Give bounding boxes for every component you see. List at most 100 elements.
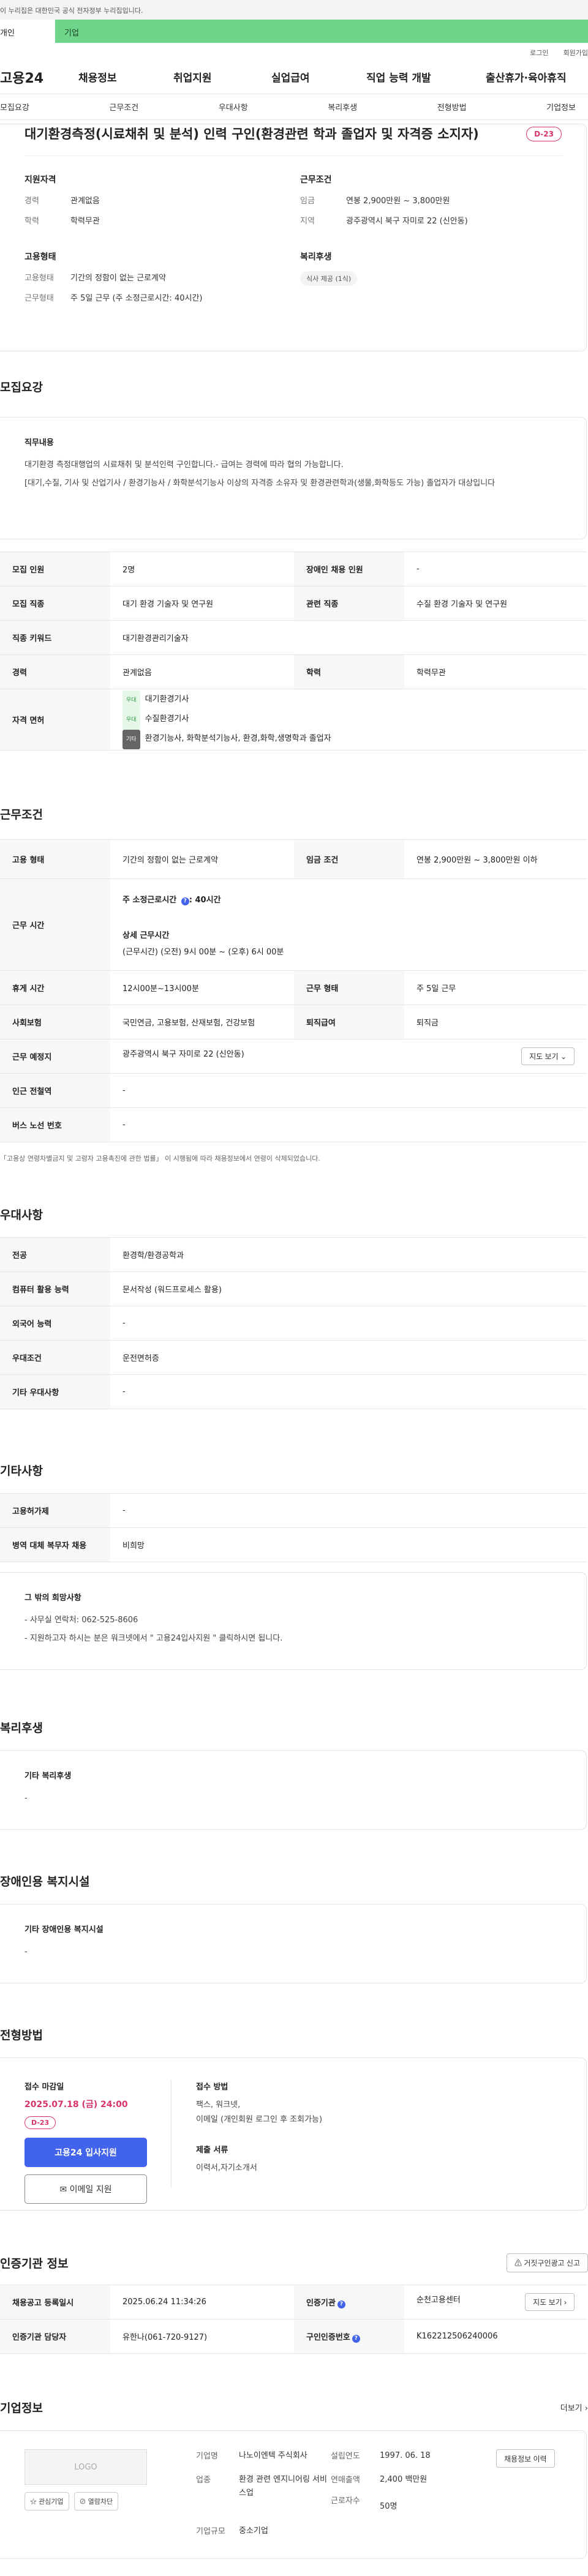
staff-key: 근로자수	[331, 2496, 360, 2506]
table-row: 직종 키워드 대기환경관리기술자	[0, 620, 587, 655]
duty-text-2: [대기,수질, 기사 및 산업기사 / 환경기능사 / 화학분석기능사 이상의 …	[24, 479, 496, 488]
company-header: 기업정보 더보기 ›	[0, 2399, 588, 2416]
anchor-apply[interactable]: 전형방법	[437, 101, 467, 113]
preference-table: 전공 환경학/환경공학과 컴퓨터 활용 능력 문서작성 (워드프로세스 활용) …	[0, 1237, 587, 1409]
visa-key: 고용허가제	[0, 1493, 110, 1528]
career-value: 관계없음	[70, 197, 100, 206]
method-label: 접수 방법	[196, 2083, 228, 2092]
map-button[interactable]: 지도 보기 ›	[525, 2293, 575, 2311]
mail-icon: ✉	[59, 2185, 67, 2195]
map-button[interactable]: 지도 보기 ⌄	[521, 1047, 575, 1065]
break-value: 12시00분~13시00분	[110, 970, 294, 1005]
favorite-company-button[interactable]: ☆ 관심기업	[24, 2492, 69, 2510]
facility-section-title: 장애인용 복지시설	[0, 1875, 90, 1889]
size-value: 중소기업	[239, 2526, 268, 2536]
site-logo[interactable]: 고용24	[0, 67, 78, 87]
tab-personal[interactable]: 개인	[0, 20, 55, 43]
table-row: 채용공고 등록일시 2025.06.24 11:34:26 인증기관? 순천고용…	[0, 2285, 587, 2320]
email-apply-label: 이메일 지원	[69, 2185, 112, 2195]
help-icon[interactable]: ?	[337, 2300, 345, 2308]
size-key: 기업규모	[196, 2526, 225, 2536]
help-icon[interactable]: ?	[352, 2334, 360, 2343]
major-key: 전공	[0, 1237, 110, 1272]
org-text: 순천고용센터	[417, 2296, 461, 2305]
prescribed-hours-value: : 40시간	[189, 895, 221, 905]
hours-value: 주 소정근로시간 ?: 40시간 상세 근무시간 (근무시간) (오전) 9시 …	[110, 878, 587, 971]
anchor-recruit[interactable]: 모집요강	[0, 101, 29, 113]
help-icon[interactable]: ?	[181, 897, 189, 905]
career-key: 경력	[24, 197, 39, 206]
anchor-welfare[interactable]: 복리후생	[328, 101, 357, 113]
map-button-label: 지도 보기	[533, 2298, 562, 2307]
divider	[24, 155, 562, 156]
military-value: 비희망	[110, 1527, 587, 1562]
keyword-key: 직종 키워드	[0, 620, 110, 655]
edu-key: 학력	[294, 654, 404, 689]
nav-item-parental-leave[interactable]: 출산휴가·육아휴직	[486, 69, 567, 84]
nav-item-unemployment[interactable]: 실업급여	[271, 69, 366, 84]
welfare-section-title: 복리후생	[0, 1721, 43, 1735]
manager-value: 유한나(061-720-9127)	[110, 2319, 294, 2354]
disabled-value: -	[404, 552, 587, 586]
insurance-key: 사회보험	[0, 1005, 110, 1039]
license-tag: 우대	[123, 710, 140, 730]
login-link[interactable]: 로그인	[530, 48, 548, 60]
sales-value: 2,400 백만원	[380, 2475, 428, 2485]
nav-item-jobs[interactable]: 채용정보	[78, 69, 173, 84]
other-table: 고용허가제 - 병역 대체 복무자 채용 비희망	[0, 1493, 587, 1562]
edu-key: 학력	[24, 217, 39, 226]
founded-key: 설립연도	[331, 2452, 360, 2461]
license-tag: 우대	[123, 690, 140, 710]
block-icon: ⊘	[79, 2498, 86, 2506]
deadline-label: 접수 마감일	[24, 2083, 64, 2092]
util-links: 로그인 회원가입	[0, 43, 588, 60]
emp-value: 기간의 정함이 없는 근로계약	[110, 839, 294, 879]
emp-value: 기간의 정함이 없는 근로계약	[70, 274, 166, 283]
more-link[interactable]: 더보기 ›	[560, 2402, 588, 2413]
place-value: 광주광역시 북구 자미로 22 (신안동) 지도 보기 ⌄	[110, 1039, 587, 1074]
history-button[interactable]: 채용정보 이력	[496, 2449, 555, 2468]
computer-value: 문서작성 (워드프로세스 활용)	[110, 1271, 587, 1306]
anchor-tabs: 모집요강 근무조건 우대사항 복리후생 전형방법 기업정보	[0, 94, 588, 120]
anchor-conditions[interactable]: 근무조건	[109, 101, 138, 113]
bus-key: 버스 노선 번호	[0, 1107, 110, 1142]
table-row: 기타 우대사항 -	[0, 1374, 587, 1409]
nav-item-employment-support[interactable]: 취업지원	[173, 69, 271, 84]
company-box: LOGO ☆ 관심기업 ⊘ 열람차단 기업명 나노이엔텍 주식회사 설립연도 1…	[0, 2430, 587, 2559]
conditions-table: 고용 형태 기간의 정함이 없는 근로계약 임금 조건 연봉 2,900만원 ~…	[0, 839, 587, 1142]
table-row: 병역 대체 복무자 채용 비희망	[0, 1527, 587, 1562]
block-company-button[interactable]: ⊘ 열람차단	[74, 2492, 119, 2510]
apply-section-title: 전형방법	[0, 2029, 43, 2042]
subway-key: 인근 전철역	[0, 1073, 110, 1108]
more-label: 더보기	[560, 2404, 582, 2413]
table-row: 모집 직종 대기 환경 기술자 및 연구원 관련 직종 수질 환경 기술자 및 …	[0, 586, 587, 621]
signup-link[interactable]: 회원가입	[564, 48, 588, 60]
military-key: 병역 대체 복무자 채용	[0, 1527, 110, 1562]
table-row: 사회보험 국민연금, 고용보험, 산재보험, 건강보험 퇴직급여 퇴직금	[0, 1005, 587, 1039]
sales-staff-values: 2,400 백만원 50명	[380, 2473, 472, 2515]
top-tabs: 개인 기업	[0, 20, 588, 43]
method-value: 팩스, 워크넷, 이메일 (개인회원 로그인 후 조회가능)	[196, 2098, 322, 2127]
org-value: 순천고용센터 지도 보기 ›	[404, 2285, 587, 2320]
retire-value: 퇴직금	[404, 1005, 587, 1039]
anchor-preference[interactable]: 우대사항	[219, 101, 248, 113]
qualification-block: 지원자격 경력 관계없음 학력 학력무관	[24, 173, 300, 234]
apply-button[interactable]: 고용24 입사지원	[24, 2138, 147, 2167]
place-key: 근무 예정지	[0, 1039, 110, 1074]
email-apply-button[interactable]: ✉ 이메일 지원	[24, 2174, 147, 2204]
method-line: 팩스, 워크넷,	[196, 2100, 241, 2110]
anchor-company[interactable]: 기업정보	[546, 101, 576, 113]
tab-company[interactable]: 기업	[55, 20, 588, 43]
sales-key: 연매출액	[331, 2476, 360, 2485]
license-item: 대기환경기사	[145, 694, 189, 704]
num-key: 구인인증번호?	[294, 2319, 404, 2354]
nav-item-training[interactable]: 직업 능력 개발	[366, 69, 486, 84]
report-button[interactable]: ⚠ 거짓구인광고 신고	[506, 2253, 588, 2272]
num-key-label: 구인인증번호	[306, 2332, 350, 2342]
gov-banner: 이 누리집은 대한민국 공식 전자정부 누리집입니다.	[0, 0, 588, 20]
welfare-chip: 식사 제공 (1식)	[300, 271, 358, 286]
employment-block: 고용형태 고용형태 기간의 정함이 없는 근로계약 근무형태 주 5일 근무 (주 …	[24, 250, 300, 312]
extra-box: 그 밖의 희망사항 - 사무실 연락처: 062-525-8606 - 지원하고…	[0, 1572, 587, 1670]
worktype-key: 근무 형태	[294, 970, 404, 1005]
company-section-title: 기업정보	[0, 2402, 43, 2415]
